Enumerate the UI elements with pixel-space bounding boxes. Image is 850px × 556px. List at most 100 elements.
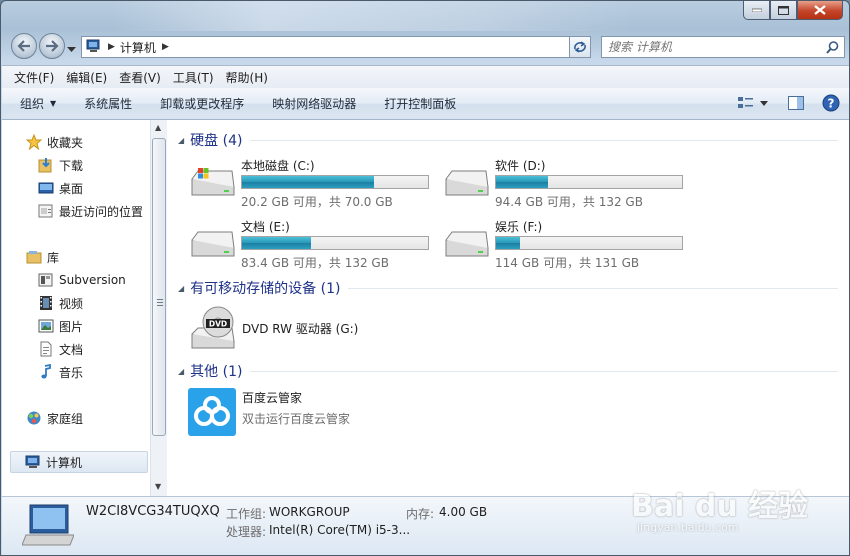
- hard-drive-icon: [442, 226, 490, 265]
- drive-c[interactable]: 本地磁盘 (C:) 20.2 GB 可用，共 70.0 GB: [188, 157, 438, 215]
- nav-desktop[interactable]: 桌面: [38, 177, 148, 199]
- svg-text:?: ?: [828, 97, 835, 111]
- menu-view[interactable]: 查看(V): [113, 69, 167, 86]
- change-view-button[interactable]: [738, 96, 754, 110]
- address-bar[interactable]: ▶ 计算机 ▶: [81, 36, 591, 58]
- drive-f[interactable]: 娱乐 (F:) 114 GB 可用，共 131 GB: [442, 218, 692, 276]
- nav-pictures-label: 图片: [59, 319, 84, 334]
- processor-value: Intel(R) Core(TM) i5-3...: [269, 523, 411, 537]
- search-box[interactable]: [601, 36, 845, 58]
- forward-button[interactable]: [39, 33, 65, 59]
- view-options-dropdown[interactable]: [760, 100, 768, 106]
- drive-d-usage-bar: [495, 175, 683, 189]
- nav-downloads[interactable]: 下载: [38, 154, 148, 176]
- chevron-down-icon: [67, 47, 76, 52]
- breadcrumb-separator[interactable]: ▶: [162, 42, 169, 52]
- baidu-jingyan-watermark: Bai du 经验 jingyan.baidu.com: [631, 481, 808, 541]
- nav-computer[interactable]: 计算机: [10, 451, 148, 473]
- preview-pane-icon: [788, 96, 804, 110]
- nav-recent-places[interactable]: 最近访问的位置: [38, 200, 150, 222]
- recent-pages-dropdown[interactable]: [67, 42, 77, 52]
- workgroup-label: 工作组:: [226, 507, 267, 521]
- scroll-thumb[interactable]: [152, 138, 166, 436]
- nav-recent-places-label: 最近访问的位置: [59, 204, 144, 219]
- section-removable[interactable]: ◢ 有可移动存储的设备 (1): [178, 278, 838, 298]
- section-hard-disks-title: 硬盘 (4): [190, 133, 243, 149]
- collapse-icon[interactable]: ◢: [178, 136, 184, 145]
- nav-favorites-label: 收藏夹: [47, 135, 84, 150]
- nav-libraries-label: 库: [47, 250, 60, 265]
- section-other[interactable]: ◢ 其他 (1): [178, 361, 838, 381]
- organize-button[interactable]: 组织 ▼: [20, 95, 56, 112]
- nav-videos[interactable]: 视频: [38, 292, 148, 314]
- memory-value: 4.00 GB: [439, 505, 488, 519]
- back-button[interactable]: [11, 33, 37, 59]
- close-button[interactable]: [797, 1, 843, 20]
- menu-file[interactable]: 文件(F): [8, 69, 60, 86]
- baidu-cloud-icon: [188, 388, 236, 439]
- drive-f-space: 114 GB 可用，共 131 GB: [495, 256, 640, 270]
- uninstall-program-button[interactable]: 卸载或更改程序: [160, 95, 244, 112]
- hard-drive-icon: [442, 165, 490, 204]
- system-properties-button[interactable]: 系统属性: [84, 95, 132, 112]
- processor-label: 处理器:: [226, 525, 267, 539]
- dvd-drive-icon: DVD: [188, 304, 238, 353]
- view-controls: ?: [726, 94, 840, 112]
- menu-tools[interactable]: 工具(T): [167, 69, 220, 86]
- drive-e-usage-bar: [241, 236, 429, 250]
- organize-label: 组织: [20, 97, 45, 111]
- nav-scrollbar[interactable]: ▲ ▼: [150, 120, 167, 496]
- section-removable-title: 有可移动存储的设备 (1): [190, 281, 341, 297]
- nav-homegroup-label: 家庭组: [47, 411, 84, 426]
- scroll-up-arrow-icon[interactable]: ▲: [155, 123, 161, 132]
- search-icon[interactable]: [826, 41, 839, 57]
- section-other-title: 其他 (1): [190, 364, 243, 380]
- system-drive-icon: [188, 165, 236, 204]
- memory-label: 内存:: [406, 507, 435, 521]
- search-input[interactable]: [602, 40, 802, 54]
- nav-pictures[interactable]: 图片: [38, 315, 148, 337]
- nav-homegroup[interactable]: 家庭组: [26, 407, 146, 429]
- drive-d-name: 软件 (D:): [495, 159, 546, 173]
- minimize-icon: [751, 8, 762, 12]
- drive-e[interactable]: 文档 (E:) 83.4 GB 可用，共 132 GB: [188, 218, 438, 276]
- baidu-cloud-item[interactable]: 百度云管家 双击运行百度云管家: [188, 388, 350, 439]
- map-network-drive-button[interactable]: 映射网络驱动器: [272, 95, 356, 112]
- nav-favorites[interactable]: 收藏夹: [26, 131, 146, 153]
- drive-d-space: 94.4 GB 可用，共 132 GB: [495, 195, 643, 209]
- maximize-button[interactable]: [770, 1, 797, 20]
- content-pane: ◢ 硬盘 (4) 本地磁盘 (C:) 20.2 GB 可用，共 70.0 GB …: [170, 120, 848, 496]
- nav-subversion[interactable]: Subversion: [38, 269, 148, 291]
- desktop-icon: [38, 180, 54, 196]
- computer-name: W2CI8VCG34TUQXQ: [86, 504, 220, 519]
- scroll-down-arrow-icon[interactable]: ▼: [155, 482, 161, 491]
- nav-libraries[interactable]: 库: [26, 246, 146, 268]
- open-control-panel-button[interactable]: 打开控制面板: [384, 95, 456, 112]
- nav-documents[interactable]: 文档: [38, 338, 148, 360]
- caption-buttons: [743, 1, 843, 20]
- section-hard-disks[interactable]: ◢ 硬盘 (4): [178, 130, 838, 150]
- help-button[interactable]: ?: [822, 94, 840, 112]
- drive-f-name: 娱乐 (F:): [495, 220, 543, 234]
- breadcrumb-computer[interactable]: 计算机: [120, 39, 156, 56]
- drive-c-name: 本地磁盘 (C:): [241, 159, 315, 173]
- computer-icon: [86, 39, 102, 56]
- refresh-icon: [574, 41, 586, 53]
- star-icon: [26, 134, 42, 150]
- hard-drive-icon: [188, 226, 236, 265]
- forward-arrow-icon: [46, 40, 59, 52]
- explorer-window: ▶ 计算机 ▶ 文件(F) 编辑(E) 查看(V) 工具(T) 帮助(H) 组织…: [0, 0, 850, 556]
- menu-help[interactable]: 帮助(H): [220, 69, 274, 86]
- refresh-button[interactable]: [569, 36, 591, 58]
- collapse-icon[interactable]: ◢: [178, 367, 184, 376]
- menu-edit[interactable]: 编辑(E): [60, 69, 113, 86]
- nav-music[interactable]: 音乐: [38, 361, 148, 383]
- drive-d[interactable]: 软件 (D:) 94.4 GB 可用，共 132 GB: [442, 157, 692, 215]
- watermark-logo: Bai du 经验: [631, 489, 809, 524]
- nav-music-label: 音乐: [59, 365, 84, 380]
- preview-pane-button[interactable]: [788, 96, 804, 110]
- collapse-icon[interactable]: ◢: [178, 284, 184, 293]
- drive-g-dvd[interactable]: DVD DVD RW 驱动器 (G:): [188, 304, 358, 353]
- minimize-button[interactable]: [743, 1, 770, 20]
- view-list-icon: [738, 97, 753, 108]
